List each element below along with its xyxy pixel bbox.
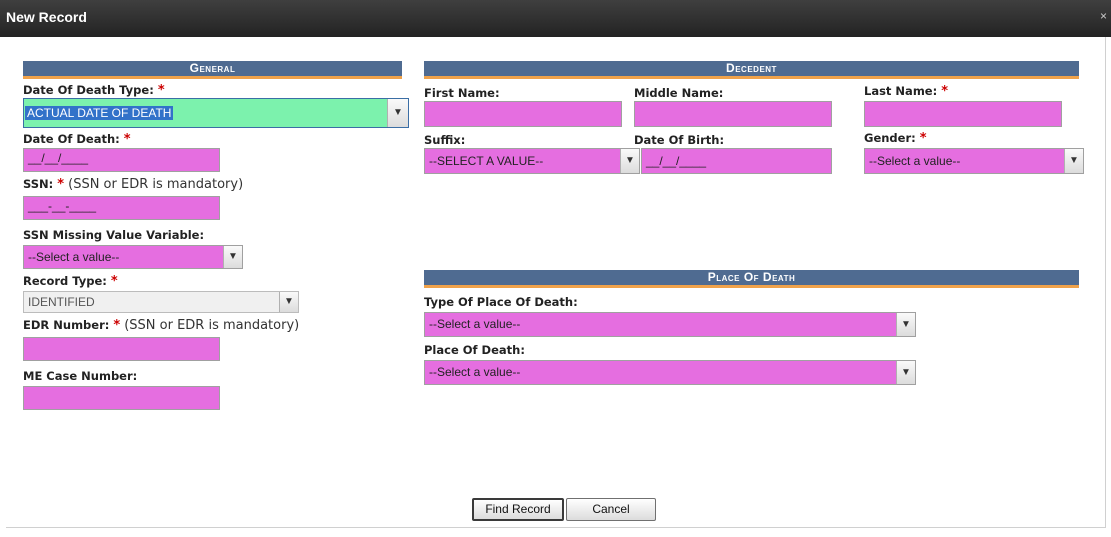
ssn-missing-label: SSN Missing Value Variable: (23, 228, 205, 242)
chevron-down-icon[interactable]: ▼ (223, 246, 242, 268)
required-marker: * (919, 131, 927, 146)
death-type-label-text: Date Of Death Type: (23, 83, 154, 97)
required-marker: * (110, 274, 118, 289)
place-type-value: --Select a value-- (429, 317, 521, 331)
date-of-death-input[interactable]: __/__/____ (23, 148, 220, 172)
chevron-down-icon[interactable]: ▼ (896, 313, 915, 336)
chevron-down-icon[interactable]: ▼ (896, 361, 915, 384)
first-name-input[interactable] (424, 101, 622, 127)
required-marker: * (113, 318, 121, 333)
edr-note: (SSN or EDR is mandatory) (124, 318, 300, 333)
last-name-input[interactable] (864, 101, 1062, 127)
death-type-label: Date Of Death Type: * (23, 83, 165, 98)
find-record-button[interactable]: Find Record (472, 498, 564, 521)
ssn-missing-value: --Select a value-- (28, 250, 120, 264)
death-type-value: ACTUAL DATE OF DEATH (25, 106, 174, 120)
edr-label-text: EDR Number: (23, 318, 110, 332)
dialog-title: New Record (6, 9, 87, 25)
record-type-value: IDENTIFIED (28, 295, 95, 309)
me-case-input[interactable] (23, 386, 220, 410)
suffix-select[interactable]: --SELECT A VALUE-- ▼ (424, 148, 640, 174)
ssn-label: SSN: * (SSN or EDR is mandatory) (23, 177, 243, 192)
last-name-label: Last Name: * (864, 84, 948, 99)
first-name-label: First Name: (424, 86, 500, 100)
middle-name-label: Middle Name: (634, 86, 724, 100)
ssn-missing-select[interactable]: --Select a value-- ▼ (23, 245, 243, 269)
chevron-down-icon[interactable]: ▼ (1064, 149, 1083, 173)
ssn-label-text: SSN: (23, 177, 54, 191)
place-type-select[interactable]: --Select a value-- ▼ (424, 312, 916, 337)
required-marker: * (157, 83, 165, 98)
record-type-label: Record Type: * (23, 274, 118, 289)
gender-value: --Select a value-- (869, 154, 961, 168)
record-type-select[interactable]: IDENTIFIED ▼ (23, 291, 299, 313)
date-of-death-label: Date Of Death: * (23, 132, 131, 147)
dob-label: Date Of Birth: (634, 133, 725, 147)
dob-input[interactable]: __/__/____ (641, 148, 832, 174)
suffix-label: Suffix: (424, 133, 466, 147)
place-of-death-label: Place Of Death: (424, 343, 525, 357)
middle-name-input[interactable] (634, 101, 832, 127)
place-of-death-value: --Select a value-- (429, 365, 521, 379)
required-marker: * (57, 177, 65, 192)
record-type-label-text: Record Type: (23, 274, 107, 288)
required-marker: * (941, 84, 949, 99)
chevron-down-icon[interactable]: ▼ (387, 99, 408, 127)
place-of-death-section-header: Place Of Death (424, 270, 1079, 288)
decedent-section-header: Decedent (424, 61, 1079, 79)
gender-label-text: Gender: (864, 131, 916, 145)
edr-label: EDR Number: * (SSN or EDR is mandatory) (23, 318, 299, 333)
gender-label: Gender: * (864, 131, 927, 146)
last-name-label-text: Last Name: (864, 84, 938, 98)
general-section-header: General (23, 61, 402, 79)
close-icon[interactable]: × (1100, 9, 1107, 23)
edr-number-input[interactable] (23, 337, 220, 361)
required-marker: * (123, 132, 131, 147)
dialog-titlebar: New Record × (0, 0, 1111, 37)
ssn-note: (SSN or EDR is mandatory) (68, 177, 244, 192)
gender-select[interactable]: --Select a value-- ▼ (864, 148, 1084, 174)
place-type-label: Type Of Place Of Death: (424, 295, 578, 309)
suffix-value: --SELECT A VALUE-- (429, 154, 544, 168)
death-type-select[interactable]: ACTUAL DATE OF DEATH ▼ (23, 98, 409, 128)
chevron-down-icon[interactable]: ▼ (279, 292, 298, 312)
place-of-death-select[interactable]: --Select a value-- ▼ (424, 360, 916, 385)
me-case-label: ME Case Number: (23, 369, 138, 383)
chevron-down-icon[interactable]: ▼ (620, 149, 639, 173)
date-of-death-label-text: Date Of Death: (23, 132, 120, 146)
cancel-button[interactable]: Cancel (566, 498, 656, 521)
ssn-input[interactable]: ___-__-____ (23, 196, 220, 220)
